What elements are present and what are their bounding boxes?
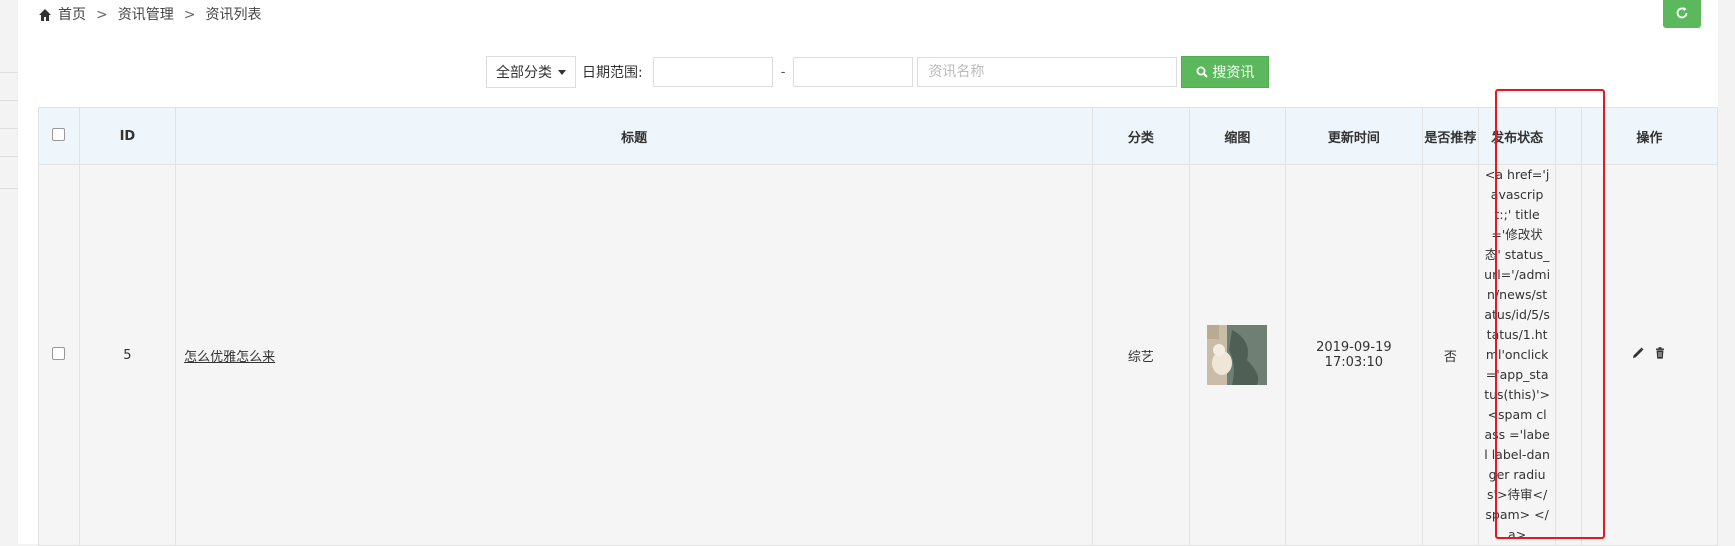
thumbnail-image[interactable] bbox=[1207, 325, 1268, 385]
edit-pencil-icon[interactable] bbox=[1632, 347, 1644, 359]
rail-divider bbox=[0, 188, 18, 189]
breadcrumb-news-list: 资讯列表 bbox=[205, 7, 262, 23]
start-date-input[interactable] bbox=[652, 57, 773, 87]
rail-divider bbox=[0, 128, 18, 129]
header-id: ID bbox=[78, 107, 177, 165]
row-select-cell bbox=[38, 164, 80, 546]
row-id: 5 bbox=[78, 164, 177, 546]
rail-divider bbox=[0, 156, 18, 157]
status-highlight-box bbox=[1495, 89, 1605, 539]
caret-down-icon bbox=[558, 69, 566, 75]
refresh-icon bbox=[1676, 7, 1688, 19]
search-toolbar: 全部分类 日期范围: - 资讯名称 搜资讯 bbox=[486, 56, 1270, 88]
breadcrumb: 首页 > 资讯管理 > 资讯列表 bbox=[38, 5, 261, 25]
table-header-row: ID 标题 分类 缩图 更新时间 是否推荐 发布状态 操作 bbox=[38, 107, 1719, 165]
search-icon bbox=[1196, 66, 1209, 78]
table-row: 5 怎么优雅怎么来 综艺 2019-09-19 17:03:10 否 <a hr… bbox=[38, 164, 1719, 546]
row-title-cell: 怎么优雅怎么来 bbox=[175, 164, 1094, 546]
news-table: ID 标题 分类 缩图 更新时间 是否推荐 发布状态 操作 5 怎么优雅怎么来 … bbox=[38, 107, 1719, 546]
category-select[interactable]: 全部分类 bbox=[486, 56, 576, 88]
header-recommended: 是否推荐 bbox=[1421, 107, 1480, 165]
select-all-checkbox[interactable] bbox=[52, 127, 66, 141]
main-content: 首页 > 资讯管理 > 资讯列表 全部分类 日期范围: - 资讯名称 搜资讯 I… bbox=[18, 0, 1719, 546]
header-title: 标题 bbox=[175, 107, 1094, 165]
row-category: 综艺 bbox=[1092, 164, 1190, 546]
rail-divider bbox=[0, 100, 18, 101]
date-separator: - bbox=[780, 64, 786, 80]
breadcrumb-separator: > bbox=[96, 7, 108, 23]
category-select-value: 全部分类 bbox=[496, 65, 552, 81]
rail-divider bbox=[0, 72, 18, 73]
breadcrumb-home[interactable]: 首页 bbox=[58, 5, 86, 25]
row-recommended: 否 bbox=[1421, 164, 1480, 546]
news-name-input[interactable]: 资讯名称 bbox=[917, 57, 1178, 87]
header-thumbnail: 缩图 bbox=[1188, 107, 1287, 165]
header-category: 分类 bbox=[1092, 107, 1190, 165]
row-title-link[interactable]: 怎么优雅怎么来 bbox=[184, 350, 275, 365]
row-checkbox[interactable] bbox=[52, 346, 66, 360]
home-icon bbox=[39, 9, 51, 21]
row-update-time: 2019-09-19 17:03:10 bbox=[1285, 164, 1423, 546]
header-select-all[interactable] bbox=[38, 107, 80, 165]
row-thumbnail-cell bbox=[1188, 164, 1287, 546]
delete-trash-icon[interactable] bbox=[1654, 347, 1666, 359]
refresh-button[interactable] bbox=[1663, 0, 1701, 28]
breadcrumb-separator: > bbox=[183, 7, 196, 23]
date-range-label: 日期范围: bbox=[582, 65, 643, 81]
breadcrumb-news-management[interactable]: 资讯管理 bbox=[118, 5, 174, 25]
search-news-button[interactable]: 搜资讯 bbox=[1181, 56, 1270, 88]
search-news-label: 搜资讯 bbox=[1212, 65, 1255, 81]
row-actions bbox=[1632, 347, 1666, 359]
header-update-time: 更新时间 bbox=[1285, 107, 1423, 165]
left-rail bbox=[0, 0, 19, 544]
end-date-input[interactable] bbox=[793, 57, 914, 87]
